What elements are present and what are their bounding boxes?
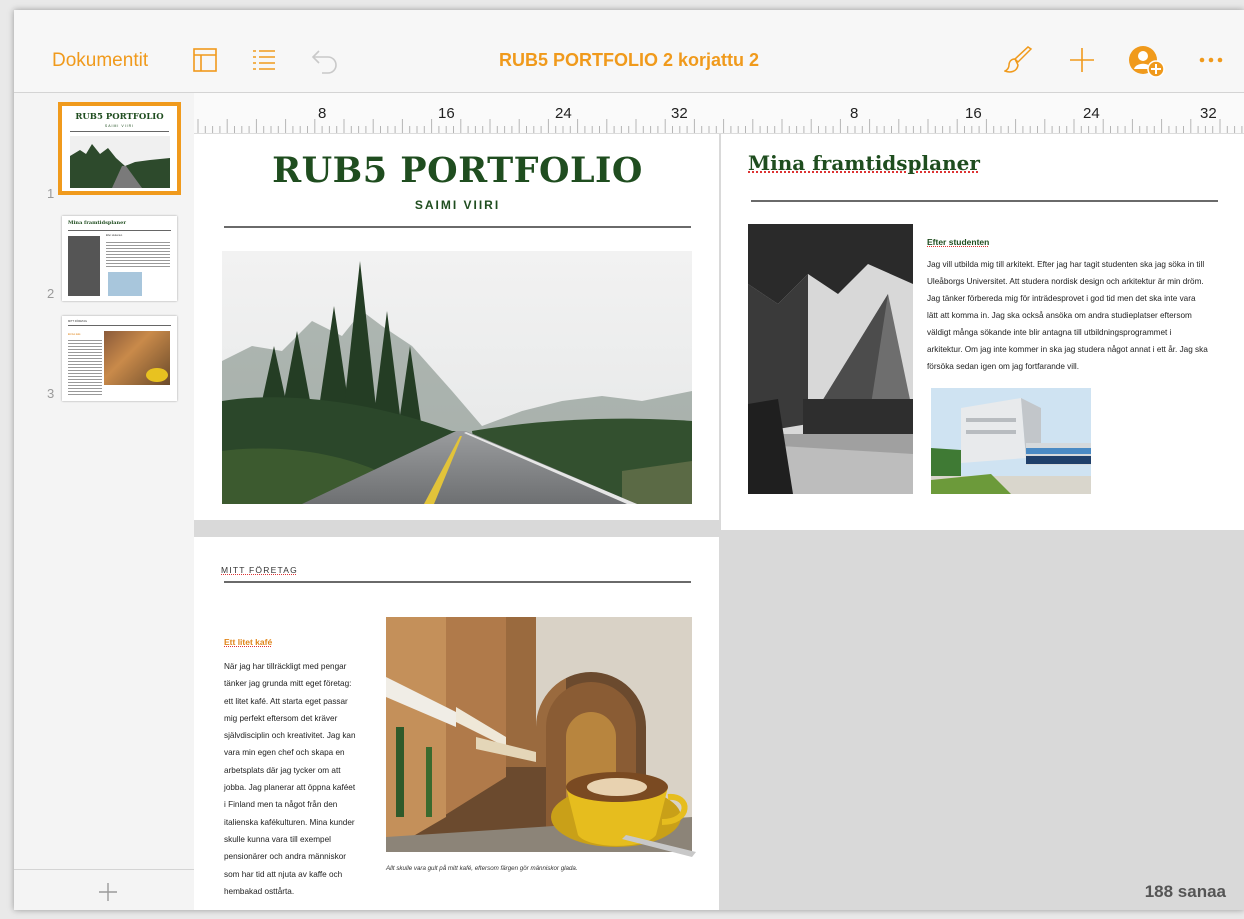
ruler[interactable]: 8 16 24 32 8 16 24 32 — [194, 93, 1244, 134]
page-1[interactable]: RUB5 PORTFOLIO SAIMI VIIRI — [194, 134, 719, 520]
page-heading[interactable]: MITT FÖRETAG — [221, 565, 298, 575]
plus-icon — [99, 883, 117, 901]
ruler-label: 16 — [438, 105, 455, 122]
page-thumbnail-3[interactable]: MITT FÖRETAG Ett litet kafé — [62, 316, 177, 401]
paragraph-line: arbetsplats där jag tycker om att — [224, 765, 341, 775]
paragraph-line: lätt att komma in. Jag ska också ansöka … — [927, 311, 1192, 320]
pages-app-window: Dokumentit RUB5 PORTFOLIO 2 korjattu 2 R… — [14, 10, 1244, 910]
thumbnail-number: 3 — [47, 386, 55, 401]
paragraph-line: vara min egen chef och skapa en — [224, 748, 345, 758]
architecture-bw-photo[interactable] — [748, 224, 913, 494]
ruler-label: 32 — [1200, 105, 1217, 122]
cafe-street-photo[interactable] — [386, 617, 719, 867]
toolbar: Dokumentit RUB5 PORTFOLIO 2 korjattu 2 — [14, 28, 1244, 93]
page-2[interactable]: Mina framtidsplaner Efter studenten Jag … — [721, 134, 1244, 530]
thumbnail-subtitle: SAIMI VIIRI — [104, 124, 135, 128]
divider — [751, 200, 1218, 202]
section-title-text: Mina framtidsplaner — [748, 151, 980, 175]
university-building-photo[interactable] — [931, 388, 1091, 494]
thumbnail-subtitle: Ett litet kafé — [68, 333, 81, 336]
add-collaborator-icon[interactable] — [1126, 44, 1166, 78]
document-title[interactable]: RUB5 PORTFOLIO 2 korjattu 2 — [14, 50, 1244, 71]
ruler-label: 8 — [318, 105, 326, 122]
body-paragraph[interactable]: När jag har tillräckligt med pengar tänk… — [224, 658, 374, 900]
ruler-label: 24 — [1083, 105, 1100, 122]
thumbnail-title: RUB5 PORTFOLIO — [75, 112, 164, 122]
page-heading-text: MITT FÖRETAG — [221, 565, 298, 575]
divider — [70, 131, 169, 132]
paragraph-line: skulle kunna vara till exempel — [224, 834, 331, 844]
building-photo — [108, 272, 142, 296]
paragraph-line: arkitektur. Om jag inte kommer in ska ja… — [927, 345, 1208, 354]
paragraph-line: ett litet kafé. Att starta eget passar — [224, 696, 348, 706]
paragraph-line: italienska kafékulturen. Mina kunder — [224, 817, 355, 827]
more-icon[interactable] — [1198, 46, 1224, 74]
paragraph-line: väldigt många sökande inte blir antagna … — [927, 328, 1172, 337]
paragraph-line: När jag har tillräckligt med pengar — [224, 662, 347, 671]
divider — [68, 230, 171, 231]
plus-icon[interactable] — [1068, 46, 1096, 74]
road-image — [70, 136, 170, 188]
subsection-heading: Ett litet kafé — [224, 637, 272, 647]
coffee-cup-image — [146, 368, 168, 382]
page-title[interactable]: RUB5 PORTFOLIO — [194, 150, 719, 191]
ruler-ticks: 8 16 24 32 8 16 24 32 — [197, 105, 1243, 133]
architecture-photo — [68, 236, 100, 296]
page-thumbnails-sidebar: RUB5 PORTFOLIO SAIMI VIIRI 1 Mina framti… — [14, 93, 195, 910]
paragraph-line: Uleåborgs Universitet. Att studera nordi… — [927, 277, 1204, 286]
subsection-heading-text: Efter studenten — [927, 237, 990, 247]
thumbnail-number: 2 — [47, 286, 55, 301]
subsection-heading-text: Ett litet kafé — [224, 637, 273, 647]
thumbnail-title: MITT FÖRETAG — [68, 320, 88, 323]
paragraph-line: hembakad osttårta. — [224, 886, 295, 896]
subsection-heading: Efter studenten — [927, 237, 989, 247]
body-paragraph[interactable]: Jag vill utbilda mig till arkitekt. Efte… — [927, 256, 1217, 375]
paragraph-line: i Finland men ta något från den — [224, 800, 338, 810]
ruler-label: 24 — [555, 105, 572, 122]
add-page-button[interactable] — [14, 869, 194, 910]
paragraph-line: försöka sedan igen om jag fortfarande vi… — [927, 362, 1080, 371]
paragraph-line: självdisciplin och kreativitet. Jag kan — [224, 731, 356, 741]
divider — [224, 226, 691, 228]
paragraph-line: mig perfekt eftersom det kräver — [224, 713, 338, 723]
road-forest-image[interactable] — [222, 251, 692, 504]
image-caption[interactable]: Allt skulle vara gult på mitt kafé, efte… — [386, 865, 578, 872]
thumbnail-number: 1 — [47, 186, 55, 201]
paragraph-line: Jag tänker förbereda mig för inträdespro… — [927, 294, 1196, 303]
ruler-label: 8 — [850, 105, 858, 122]
thumbnail-title: Mina framtidsplaner — [68, 220, 126, 226]
page-3[interactable]: MITT FÖRETAG Ett litet kafé När jag har … — [194, 537, 719, 910]
text-lines — [68, 338, 102, 396]
divider — [224, 581, 691, 583]
ruler-label: 16 — [965, 105, 982, 122]
status-bar — [14, 10, 1244, 28]
section-title[interactable]: Mina framtidsplaner — [748, 151, 980, 175]
thumbnail-subtitle: Efter studenten — [106, 234, 123, 237]
paragraph-line: som har tid att njuta av kaffe och — [224, 869, 343, 879]
divider — [68, 325, 171, 326]
brush-icon[interactable] — [1004, 46, 1034, 74]
document-canvas[interactable]: RUB5 PORTFOLIO SAIMI VIIRI Mina framtids… — [194, 134, 1244, 910]
paragraph-line: jobba. Jag planerar att öppna kaféet — [224, 783, 356, 793]
paragraph-line: tänker jag grunda mitt eget företag: — [224, 679, 352, 689]
page-thumbnail-1[interactable]: RUB5 PORTFOLIO SAIMI VIIRI — [58, 102, 181, 195]
word-count[interactable]: 188 sanaa — [1145, 882, 1226, 902]
page-thumbnail-2[interactable]: Mina framtidsplaner Efter studenten — [62, 216, 177, 301]
author-name[interactable]: SAIMI VIIRI — [194, 198, 719, 212]
ruler-label: 32 — [671, 105, 688, 122]
paragraph-line: pensionärer och andra människor — [224, 852, 346, 862]
text-lines — [106, 240, 170, 268]
paragraph-line: Jag vill utbilda mig till arkitekt. Efte… — [927, 260, 1205, 269]
